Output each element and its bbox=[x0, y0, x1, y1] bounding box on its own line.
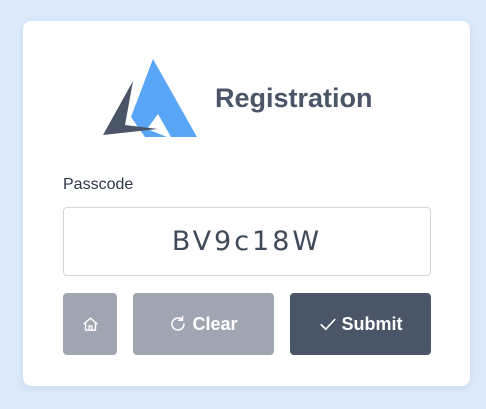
home-icon bbox=[82, 316, 98, 331]
clear-label: Clear bbox=[192, 313, 238, 334]
registration-card: Registration Passcode BV9c18W Clear Subm… bbox=[23, 21, 470, 386]
refresh-icon bbox=[169, 315, 187, 333]
submit-button[interactable]: Submit bbox=[290, 293, 431, 355]
submit-label: Submit bbox=[341, 313, 403, 334]
home-button[interactable] bbox=[63, 293, 117, 355]
passcode-value: BV9c18W bbox=[171, 226, 323, 257]
passcode-label: Passcode bbox=[63, 176, 134, 193]
clear-button[interactable]: Clear bbox=[133, 293, 274, 355]
logo-icon bbox=[103, 59, 197, 137]
check-icon bbox=[319, 315, 337, 333]
page-title: Registration bbox=[215, 83, 373, 113]
brand-header: Registration bbox=[103, 59, 403, 143]
passcode-field[interactable]: BV9c18W bbox=[63, 207, 431, 276]
